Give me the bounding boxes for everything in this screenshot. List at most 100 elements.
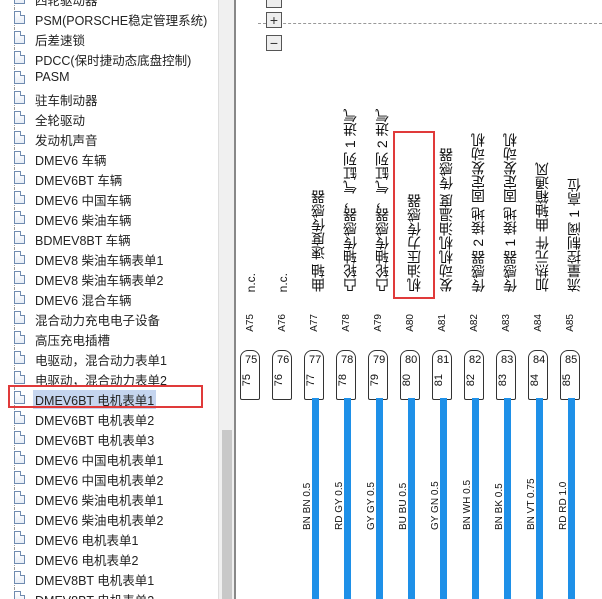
tree-item[interactable]: DMEV6 电机表单2 xyxy=(0,548,218,568)
wire[interactable] xyxy=(440,398,447,599)
signal-description: 传感器 2 接地 固定发动机 xyxy=(470,132,486,292)
tree-item-label: 混合动力充电电子设备 xyxy=(35,314,161,328)
pin-number-vertical: 75 xyxy=(241,374,253,387)
tree-item-label: DMEV6 电机表单2 xyxy=(35,554,139,568)
tree-item[interactable]: DMEV6 柴油车辆 xyxy=(0,208,218,228)
tree-item-label: DMEV8 柴油车辆表单2 xyxy=(35,274,164,288)
tree-item[interactable]: DMEV6 柴油电机表单1 xyxy=(0,488,218,508)
wire-label: BN VT 0.75 xyxy=(526,478,537,530)
sensor-highlight-box xyxy=(393,131,435,299)
wire-label: RD GY 0.5 xyxy=(334,481,345,530)
tree-item[interactable]: DMEV6 柴油电机表单2 xyxy=(0,508,218,528)
wire-label: BN BN 0.5 xyxy=(302,482,313,530)
document-icon xyxy=(14,191,25,204)
zoom-in-button[interactable]: + xyxy=(266,12,282,28)
tree-item[interactable]: DMEV6BT 电机表单3 xyxy=(0,428,218,448)
tree-item[interactable]: 高压充电插槽 xyxy=(0,328,218,348)
wire[interactable] xyxy=(408,398,415,599)
signal-description: 凸轮轴传感器，气缸列 1 进气 xyxy=(342,108,358,292)
signal-description: 加热元件 曲轴箱通风 xyxy=(534,162,550,292)
tree-item[interactable]: 驻车制动器 xyxy=(0,88,218,108)
connector-label: A78 xyxy=(341,314,352,332)
tree-item-label: DMEV6 中国电机表单2 xyxy=(35,474,164,488)
tree-item[interactable]: DMEV6BT 车辆 xyxy=(0,168,218,188)
connector-label: A79 xyxy=(373,314,384,332)
scroll-up-button[interactable] xyxy=(266,0,282,8)
pin-number: 79 xyxy=(373,354,386,366)
wire-label: GY GY 0.5 xyxy=(366,482,377,530)
tree-item[interactable]: 混合动力充电电子设备 xyxy=(0,308,218,328)
connector-label: A81 xyxy=(437,314,448,332)
document-icon xyxy=(14,0,25,4)
wire[interactable] xyxy=(312,398,319,599)
tree-item[interactable]: PDCC(保时捷动态底盘控制) xyxy=(0,48,218,68)
tree-item-label: 高压充电插槽 xyxy=(35,334,111,348)
document-icon xyxy=(14,531,25,544)
wire[interactable] xyxy=(568,398,575,599)
dashed-border-line xyxy=(258,23,602,24)
connector-label: A75 xyxy=(245,314,256,332)
panel-divider[interactable] xyxy=(234,0,236,599)
signal-description: n.c. xyxy=(244,272,258,292)
tree-item[interactable]: DMEV8BT 电机表单1 xyxy=(0,568,218,588)
tree-item-label: 后差速锁 xyxy=(35,34,86,48)
pin-number: 82 xyxy=(469,354,482,366)
tree-item[interactable]: 电驱动，混合动力表单1 xyxy=(0,348,218,368)
connector-label: A77 xyxy=(309,314,320,332)
tree-item-label: 全轮驱动 xyxy=(35,114,86,128)
tree-item[interactable]: DMEV6 中国电机表单2 xyxy=(0,468,218,488)
tree-item[interactable]: 发动机声音 xyxy=(0,128,218,148)
tree-item[interactable]: BDMEV8BT 车辆 xyxy=(0,228,218,248)
scrollbar-thumb[interactable] xyxy=(222,430,232,599)
document-icon xyxy=(14,271,25,284)
tree-item[interactable]: DMEV6 混合车辆 xyxy=(0,288,218,308)
document-icon xyxy=(14,291,25,304)
wire[interactable] xyxy=(376,398,383,599)
document-icon xyxy=(14,491,25,504)
document-icon xyxy=(14,571,25,584)
tree-item[interactable]: DMEV8 柴油车辆表单1 xyxy=(0,248,218,268)
document-icon xyxy=(14,71,25,84)
tree-item-label: PASM xyxy=(35,70,70,84)
tree-item-label: DMEV8BT 电机表单1 xyxy=(35,574,155,588)
wire[interactable] xyxy=(344,398,351,599)
document-icon xyxy=(14,551,25,564)
tree-item[interactable]: DMEV6BT 电机表单2 xyxy=(0,408,218,428)
wire[interactable] xyxy=(504,398,511,599)
tree-item[interactable]: 全轮驱动 xyxy=(0,108,218,128)
document-icon xyxy=(14,451,25,464)
zoom-out-button[interactable]: − xyxy=(266,35,282,51)
document-icon xyxy=(14,31,25,44)
tree-item-label: DMEV6 柴油车辆 xyxy=(35,214,132,228)
connector-label: A83 xyxy=(501,314,512,332)
wire-label: BN WH 0.5 xyxy=(462,479,473,530)
pin-number-vertical: 79 xyxy=(369,374,381,387)
tree-item-label: PSM(PORSCHE稳定管理系统) xyxy=(35,14,208,28)
document-icon xyxy=(14,151,25,164)
signal-description: 曲轴 速度传感器 xyxy=(310,190,326,292)
document-icon xyxy=(14,91,25,104)
tree-item[interactable]: DMEV8BT 电机表单2 xyxy=(0,588,218,599)
tree-item[interactable]: 四轮驱动器 xyxy=(0,0,218,8)
tree-scrollbar[interactable] xyxy=(218,0,234,599)
tree-item[interactable]: DMEV8 柴油车辆表单2 xyxy=(0,268,218,288)
tree-item[interactable]: PSM(PORSCHE稳定管理系统) xyxy=(0,8,218,28)
pin-number: 75 xyxy=(245,354,258,366)
signal-description: 传感器 1 接地 固定发动机 xyxy=(502,132,518,292)
tree-item-label: DMEV6 中国车辆 xyxy=(35,194,132,208)
tree-item-label: DMEV6 柴油电机表单2 xyxy=(35,514,164,528)
pin-number-vertical: 82 xyxy=(465,374,477,387)
document-icon xyxy=(14,171,25,184)
wire[interactable] xyxy=(472,398,479,599)
tree-item[interactable]: DMEV6 车辆 xyxy=(0,148,218,168)
tree-item[interactable]: DMEV6 中国电机表单1 xyxy=(0,448,218,468)
tree-item[interactable]: PASM xyxy=(0,68,218,88)
pin-number: 81 xyxy=(437,354,450,366)
tree-item[interactable]: DMEV6 中国车辆 xyxy=(0,188,218,208)
document-icon xyxy=(14,331,25,344)
tree-item[interactable]: DMEV6 电机表单1 xyxy=(0,528,218,548)
pin-number-vertical: 80 xyxy=(401,374,413,387)
tree-item[interactable]: 后差速锁 xyxy=(0,28,218,48)
tree-item-label: DMEV6BT 电机表单2 xyxy=(35,414,155,428)
wire[interactable] xyxy=(536,398,543,599)
